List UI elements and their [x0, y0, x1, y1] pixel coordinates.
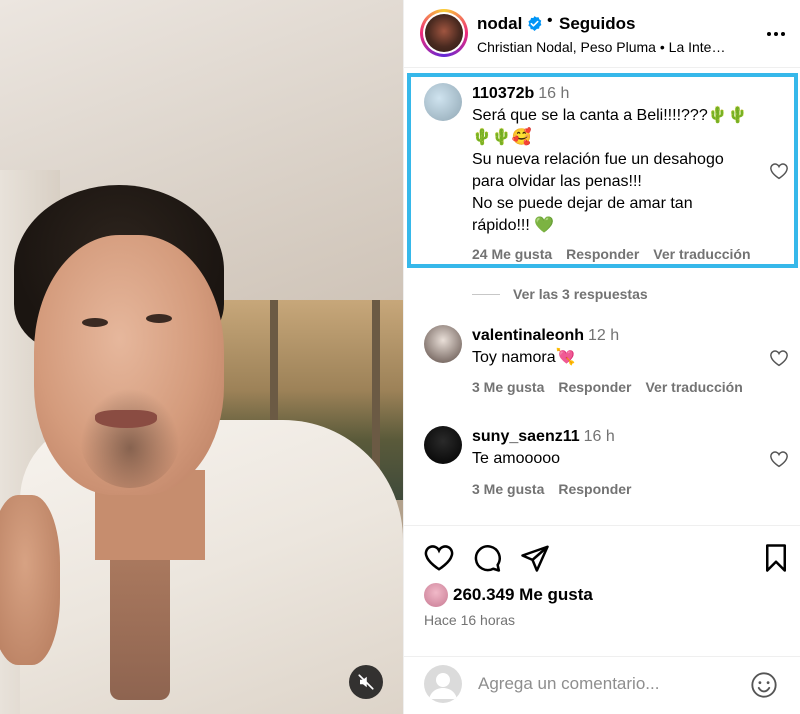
comment-like-heart-icon[interactable] — [769, 349, 789, 367]
avatar — [424, 665, 462, 703]
bookmark-icon[interactable] — [761, 543, 791, 573]
comment-body: valentinaleonh 12 h Toy namora💘 — [472, 325, 772, 369]
comment-text-line: 🌵🌵🥰 — [472, 129, 532, 146]
comment-text-line: Su nueva relación fue un desahogo — [472, 151, 724, 168]
comment-icon[interactable] — [472, 543, 502, 573]
comment-likes[interactable]: 24 Me gusta — [472, 246, 552, 262]
replies-divider — [472, 294, 500, 295]
comment-header: 110372b 16 h — [472, 83, 772, 105]
heart-icon[interactable] — [424, 543, 454, 573]
comment-username[interactable]: suny_saenz11 — [472, 428, 580, 445]
comment-meta: 3 Me gusta Responder — [472, 481, 645, 497]
comment-text-line: Será que se la canta a Beli!!!!???🌵🌵 — [472, 107, 748, 124]
translate-button[interactable]: Ver traducción — [653, 246, 750, 262]
reply-button[interactable]: Responder — [558, 481, 631, 497]
avatar[interactable] — [424, 325, 462, 363]
comment-body: 110372b 16 h Será que se la canta a Beli!… — [472, 83, 772, 237]
translate-button[interactable]: Ver traducción — [645, 379, 742, 395]
avatar-border — [423, 12, 465, 54]
comment-time: 16 h — [538, 85, 570, 102]
more-options-icon[interactable] — [764, 22, 788, 46]
following-button[interactable]: Seguidos — [559, 14, 636, 34]
comment-text-line: rápido!!! 💚 — [472, 217, 555, 234]
comment-meta: 24 Me gusta Responder Ver traducción — [472, 246, 765, 262]
default-avatar-icon — [429, 673, 457, 699]
paper-plane-icon[interactable] — [520, 543, 550, 573]
comment-username[interactable]: 110372b — [472, 85, 534, 102]
post-side-panel: nodal • Seguidos Christian Nodal, Peso P… — [403, 0, 800, 714]
comment-time: 16 h — [583, 428, 615, 445]
comment-likes[interactable]: 3 Me gusta — [472, 379, 544, 395]
author-avatar[interactable] — [420, 9, 468, 57]
comment-text-line: Te amooooo — [472, 450, 561, 467]
muted-speaker-icon — [358, 674, 374, 690]
comment-like-heart-icon[interactable] — [769, 162, 789, 180]
liker-avatar[interactable] — [424, 583, 448, 607]
header-separator: • — [547, 12, 553, 29]
author-username[interactable]: nodal — [477, 14, 522, 34]
avatar[interactable] — [424, 83, 462, 121]
add-comment-row — [404, 656, 800, 714]
mute-button[interactable] — [349, 665, 383, 699]
video-person-hand — [0, 495, 60, 665]
comment-meta: 3 Me gusta Responder Ver traducción — [472, 379, 757, 395]
comment-username[interactable]: valentinaleonh — [472, 327, 584, 344]
comment-likes[interactable]: 3 Me gusta — [472, 481, 544, 497]
post-time: Hace 16 horas — [424, 612, 516, 628]
comment-time: 12 h — [588, 327, 620, 344]
video-person-beard — [80, 388, 180, 488]
comment-header: valentinaleonh 12 h — [472, 325, 772, 347]
comment-text-line: Toy namora💘 — [472, 349, 576, 366]
reply-button[interactable]: Responder — [558, 379, 631, 395]
video-person-eye — [82, 318, 108, 327]
video-person-mouth — [95, 410, 157, 428]
video-person-eye — [146, 314, 172, 323]
avatar[interactable] — [424, 426, 462, 464]
comment-input[interactable] — [478, 671, 738, 697]
emoji-icon[interactable] — [750, 671, 778, 699]
view-replies-button[interactable]: Ver las 3 respuestas — [513, 286, 648, 302]
comment-text-line: para olvidar las penas!!! — [472, 173, 642, 190]
comment-like-heart-icon[interactable] — [769, 450, 789, 468]
post-header: nodal • Seguidos Christian Nodal, Peso P… — [404, 0, 800, 68]
post-actions: 260.349 Me gusta Hace 16 horas — [404, 525, 800, 714]
audio-credits[interactable]: Christian Nodal, Peso Pluma • La Inte… — [477, 39, 747, 55]
comment-body: suny_saenz11 16 h Te amooooo — [472, 426, 772, 470]
avatar-image — [425, 14, 463, 52]
likes-count[interactable]: 260.349 Me gusta — [453, 585, 593, 605]
verified-badge-icon — [528, 16, 542, 31]
comment-text-line: No se puede dejar de amar tan — [472, 195, 693, 212]
post-video[interactable] — [0, 0, 403, 714]
reply-button[interactable]: Responder — [566, 246, 639, 262]
comment-header: suny_saenz11 16 h — [472, 426, 772, 448]
